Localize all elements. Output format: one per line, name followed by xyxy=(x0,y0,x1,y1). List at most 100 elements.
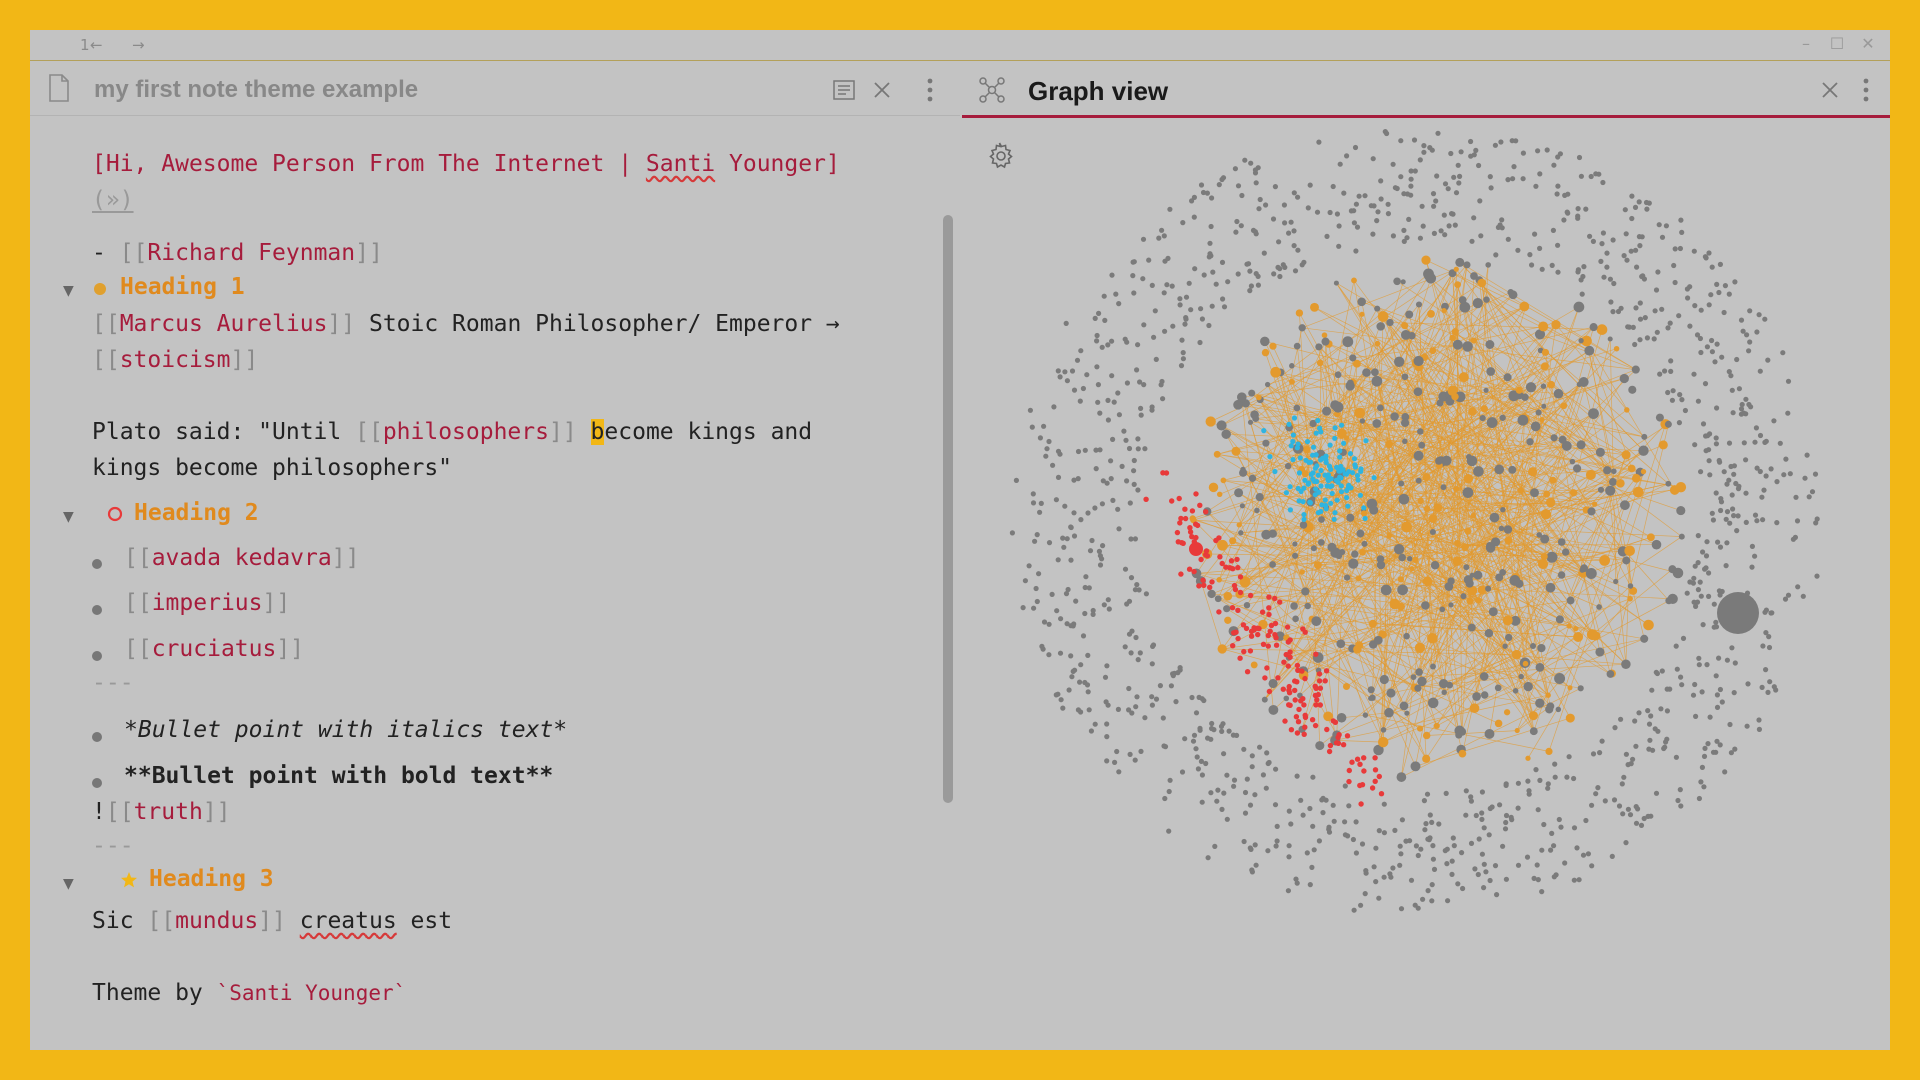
graph-node xyxy=(1068,524,1074,530)
graph-node xyxy=(1208,482,1219,493)
graph-node xyxy=(1707,472,1713,478)
graph-node xyxy=(1178,363,1185,369)
external-link-arrow[interactable]: (») xyxy=(92,187,134,213)
graph-node xyxy=(1265,848,1271,854)
graph-node xyxy=(1511,164,1517,170)
graph-node xyxy=(1734,528,1740,534)
graph-node xyxy=(1703,255,1709,261)
graph-node xyxy=(1068,557,1074,563)
graph-node xyxy=(1765,357,1771,363)
graph-node-red xyxy=(1313,685,1319,691)
close-window-button[interactable]: ✕ xyxy=(1854,34,1882,53)
graph-node xyxy=(1729,387,1735,393)
graph-node xyxy=(1153,696,1160,702)
graph-network[interactable] xyxy=(962,121,1890,1050)
internal-link[interactable]: imperius xyxy=(152,590,263,616)
graph-node xyxy=(1677,245,1683,252)
graph-node xyxy=(1589,323,1598,332)
internal-link[interactable]: stoicism xyxy=(120,347,231,373)
graph-node xyxy=(1424,271,1433,281)
graph-node xyxy=(1013,477,1019,483)
internal-link[interactable]: philosophers xyxy=(383,419,549,445)
graph-canvas[interactable] xyxy=(962,121,1890,1050)
graph-node xyxy=(1785,378,1792,384)
graph-node xyxy=(1629,215,1635,222)
graph-node xyxy=(1179,337,1185,343)
graph-node xyxy=(1484,629,1494,638)
internal-link[interactable]: cruciatus xyxy=(152,636,277,662)
editor[interactable]: [Hi, Awesome Person From The Internet | … xyxy=(30,117,940,1050)
web-link-line[interactable]: [Hi, Awesome Person From The Internet | … xyxy=(92,151,840,177)
internal-link[interactable]: mundus xyxy=(175,908,258,934)
graph-node xyxy=(1539,889,1545,895)
reading-view-button[interactable] xyxy=(828,74,860,106)
graph-node xyxy=(1668,368,1674,374)
graph-node xyxy=(1527,252,1533,258)
graph-node xyxy=(1441,689,1447,696)
graph-node xyxy=(1643,199,1650,206)
graph-node xyxy=(1723,516,1729,522)
maximize-button[interactable]: ☐ xyxy=(1823,34,1851,53)
graph-node xyxy=(1381,801,1387,807)
graph-node xyxy=(1330,802,1336,808)
graph-node xyxy=(1421,601,1430,610)
graph-node xyxy=(1537,245,1543,251)
more-options-button[interactable] xyxy=(914,74,946,106)
graph-node xyxy=(1621,253,1627,259)
fold-toggle[interactable]: ▼ xyxy=(63,876,74,892)
graph-node xyxy=(1133,704,1139,710)
graph-node xyxy=(1077,398,1083,404)
graph-node xyxy=(1625,762,1631,768)
graph-node xyxy=(1746,348,1752,354)
close-icon xyxy=(1822,82,1838,98)
graph-node xyxy=(1624,407,1630,413)
graph-node xyxy=(1446,223,1452,229)
graph-node xyxy=(1620,811,1626,817)
graph-node-red xyxy=(1219,560,1225,567)
graph-node xyxy=(1757,432,1764,439)
graph-node xyxy=(1612,725,1618,731)
graph-node xyxy=(1736,386,1742,392)
graph-node-blue xyxy=(1304,439,1311,445)
graph-node-blue xyxy=(1297,455,1303,461)
close-graph-button[interactable] xyxy=(1814,74,1846,106)
forward-button[interactable]: → xyxy=(132,36,145,54)
graph-node xyxy=(1444,846,1450,852)
graph-node xyxy=(1205,735,1211,741)
graph-node xyxy=(1800,593,1806,599)
back-button[interactable]: ← xyxy=(90,36,103,54)
fold-toggle[interactable]: ▼ xyxy=(63,283,74,299)
close-note-button[interactable] xyxy=(866,74,898,106)
scrollbar-thumb[interactable] xyxy=(943,215,953,803)
graph-node xyxy=(1085,510,1091,516)
graph-node xyxy=(1678,217,1684,223)
more-options-button[interactable] xyxy=(1850,74,1882,106)
minimize-button[interactable]: – xyxy=(1792,34,1820,53)
graph-node xyxy=(1310,823,1316,829)
graph-node xyxy=(1264,750,1270,756)
fold-toggle[interactable]: ▼ xyxy=(63,509,74,525)
note-title[interactable]: my first note theme example xyxy=(94,76,418,104)
graph-node xyxy=(1577,685,1584,692)
graph-node xyxy=(1684,286,1690,292)
graph-node xyxy=(1463,812,1469,818)
graph-node xyxy=(1421,149,1427,155)
graph-node xyxy=(1304,602,1311,610)
graph-node xyxy=(1422,827,1428,833)
graph-node xyxy=(1735,486,1742,492)
internal-link[interactable]: Richard Feynman xyxy=(147,240,355,266)
internal-link[interactable]: truth xyxy=(134,799,203,825)
graph-node xyxy=(1165,255,1171,261)
graph-node xyxy=(1581,264,1587,270)
graph-node xyxy=(1095,399,1101,405)
graph-node xyxy=(1191,194,1197,200)
graph-node xyxy=(1413,450,1424,461)
internal-link[interactable]: Marcus Aurelius xyxy=(120,311,328,337)
graph-node xyxy=(1629,193,1635,199)
text-line: Sic [[mundus]] creatus est xyxy=(92,908,453,934)
internal-link[interactable]: avada kedavra xyxy=(152,545,332,571)
gear-icon[interactable] xyxy=(986,141,1016,171)
graph-node-red xyxy=(1272,595,1278,602)
graph-node xyxy=(1508,290,1518,300)
graph-node xyxy=(1298,324,1306,332)
